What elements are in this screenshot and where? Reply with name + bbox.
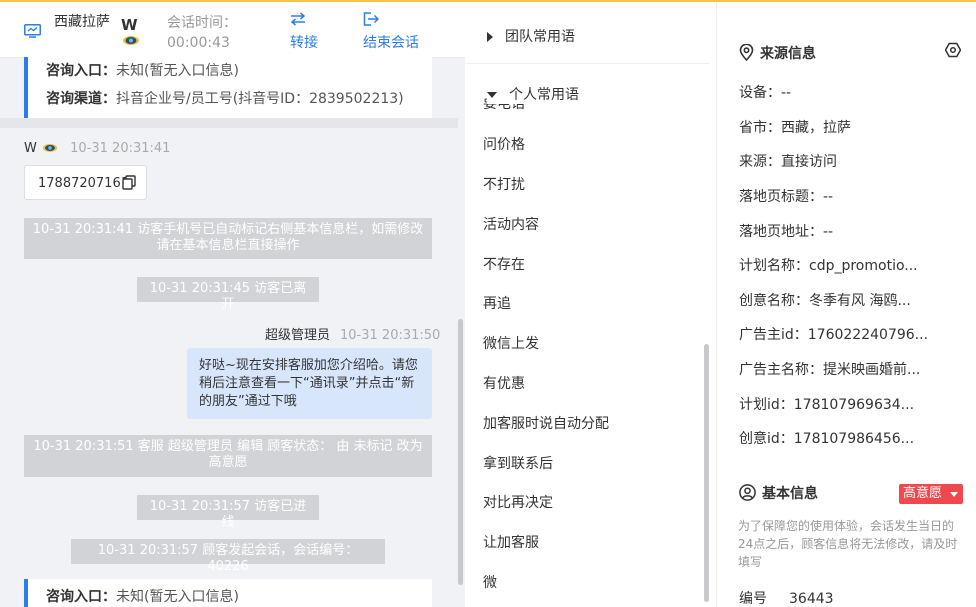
- phrases-scrollbar[interactable]: [704, 344, 709, 602]
- source-field-creative-name: 创意名称：冬季有风 海鸥...: [739, 293, 911, 309]
- exit-icon: [363, 12, 379, 26]
- session-time: 00:00:43: [167, 35, 230, 51]
- source-info-label: 来源信息: [760, 46, 816, 62]
- system-message: 10-31 20:31:45 访客已离开: [137, 277, 319, 312]
- end-session-button[interactable]: 结束会话: [363, 10, 419, 52]
- entry-label: 咨询入口：: [46, 63, 116, 79]
- consult-info-card: 咨询入口：未知(暂无入口信息) 咨询渠道：抖音企业号/员工号(抖音号ID：283…: [24, 57, 432, 118]
- source-field-creative-id: 创意id：178107986456...: [739, 431, 915, 447]
- personal-phrases-group[interactable]: 个人常用语: [487, 84, 707, 104]
- settings-icon[interactable]: [945, 42, 961, 58]
- source-field-landing-title: 落地页标题：--: [739, 189, 834, 205]
- entry-value: 未知(暂无入口信息): [116, 63, 239, 79]
- system-message: 10-31 20:31:57 顾客发起会话，会话编号：40226: [71, 539, 385, 574]
- location-pin-icon: [739, 43, 754, 62]
- source-field-advertiser-name: 广告主名称：提米映画婚前...: [739, 362, 921, 378]
- visitor-phone-bubble: 17887207161: [24, 165, 147, 200]
- phrase-item[interactable]: 不存在: [483, 254, 525, 274]
- visitor-message-name: W: [24, 141, 37, 156]
- chat-scrollbar[interactable]: [458, 319, 463, 585]
- visitor-avatar-icon: [42, 143, 58, 152]
- edit-notice: 为了保障您的使用体验，会话发生当日的24点之后，顾客信息将无法修改，请及时填写: [738, 519, 958, 569]
- intent-status-dropdown[interactable]: 高意愿: [899, 484, 963, 504]
- source-field-province: 省市：西藏，拉萨: [739, 120, 851, 136]
- serial-label: 编号: [739, 591, 767, 607]
- team-phrases-label: 团队常用语: [505, 29, 575, 45]
- source-info-title: 来源信息: [739, 43, 816, 63]
- agent-message-meta: 超级管理员 10-31 20:31:50: [265, 324, 440, 343]
- caret-right-icon: [487, 32, 493, 42]
- phrase-item[interactable]: 拿到联系后: [483, 453, 553, 473]
- customer-info-panel: 来源信息 设备：-- 省市：西藏，拉萨 来源：直接访问 落地页标题：-- 落地页…: [718, 2, 976, 607]
- phrase-item[interactable]: 对比再决定: [483, 492, 553, 512]
- phrase-item[interactable]: 问价格: [483, 134, 525, 154]
- transfer-icon: [290, 12, 306, 26]
- source-field-device: 设备：--: [739, 85, 792, 101]
- phrase-item[interactable]: 活动内容: [483, 214, 539, 234]
- visitor-message-time: 10-31 20:31:41: [70, 141, 171, 156]
- source-field-plan-name: 计划名称：cdp_promotio...: [739, 258, 918, 274]
- serial-number-row: 编号 36443: [739, 588, 834, 607]
- session-time-label: 会话时间：: [167, 15, 237, 31]
- caret-down-icon: [950, 492, 958, 497]
- agent-message-time: 10-31 20:31:50: [340, 328, 441, 343]
- phrase-item[interactable]: 加客服时说自动分配: [483, 413, 609, 433]
- card-divider: [0, 118, 458, 128]
- phrase-item[interactable]: 有优惠: [483, 373, 525, 393]
- group-divider: [465, 63, 710, 64]
- transfer-button[interactable]: 转接: [290, 10, 318, 52]
- source-field-landing-url: 落地页地址：--: [739, 224, 834, 240]
- personal-phrases-label: 个人常用语: [509, 87, 579, 103]
- phrase-list[interactable]: 要电话 问价格 不打扰 活动内容 不存在 再追 微信上发 有优惠 加客服时说自动…: [465, 98, 710, 607]
- visitor-message-meta: W 10-31 20:31:41: [24, 141, 170, 156]
- consult-info-card: 咨询入口：未知(暂无入口信息): [24, 579, 432, 607]
- chat-header: 西藏拉萨 W 会话时间： 00:00:43 转接 结束会话: [0, 2, 465, 58]
- phrase-item[interactable]: 不打扰: [483, 174, 525, 194]
- visitor-location: 西藏拉萨: [54, 14, 110, 30]
- consult-channel-row: 咨询渠道：抖音企业号/员工号(抖音号ID：2839502213): [46, 85, 432, 113]
- system-message: 10-31 20:31:41 访客手机号已自动标记右侧基本信息栏，如需修改请在基…: [24, 218, 432, 259]
- visitor-phone: 17887207161: [38, 176, 129, 191]
- user-icon: [739, 484, 756, 501]
- consult-entry-row: 咨询入口：未知(暂无入口信息): [46, 57, 432, 85]
- phrase-item[interactable]: 让加客服: [483, 532, 539, 552]
- serial-value: 36443: [789, 591, 834, 607]
- basic-info-title: 基本信息: [739, 483, 818, 503]
- agent-name: 超级管理员: [265, 328, 331, 343]
- phrase-item[interactable]: 微: [483, 572, 497, 592]
- monitor-icon: [24, 24, 41, 38]
- intent-status-label: 高意愿: [903, 486, 943, 501]
- channel-value: 抖音企业号/员工号(抖音号ID：2839502213): [116, 91, 404, 107]
- chat-message-list[interactable]: 咨询入口：未知(暂无入口信息) 咨询渠道：抖音企业号/员工号(抖音号ID：283…: [0, 57, 465, 607]
- source-field-plan-id: 计划id：178107969634...: [739, 397, 915, 413]
- agent-message-bubble: 好哒~现在安排客服加您介绍哈。请您稍后注意查看一下“通讯录”并点击“新的朋友”通…: [187, 348, 432, 419]
- entry-value: 未知(暂无入口信息): [116, 589, 239, 605]
- end-session-label: 结束会话: [363, 35, 419, 51]
- phrase-item[interactable]: 再追: [483, 293, 511, 313]
- system-message: 10-31 20:31:51 客服 超级管理员 编辑 顾客状态： 由 未标记 改…: [24, 435, 432, 477]
- quick-phrases-panel: 团队常用语 个人常用语 要电话 问价格 不打扰 活动内容 不存在 再追 微信上发…: [465, 2, 717, 607]
- system-message: 10-31 20:31:57 访客已进线: [137, 495, 319, 530]
- basic-info-label: 基本信息: [762, 486, 818, 502]
- source-field-source: 来源：直接访问: [739, 154, 837, 170]
- consult-entry-row: 咨询入口：未知(暂无入口信息): [46, 583, 432, 607]
- entry-label: 咨询入口：: [46, 589, 116, 605]
- transfer-label: 转接: [290, 35, 318, 51]
- visitor-name: W: [121, 16, 138, 34]
- source-field-advertiser-id: 广告主id：176022240796...: [739, 327, 929, 343]
- team-phrases-group[interactable]: 团队常用语: [487, 26, 575, 46]
- phrase-item[interactable]: 微信上发: [483, 333, 539, 353]
- visitor-avatar-icon: [123, 36, 139, 45]
- channel-label: 咨询渠道：: [46, 91, 116, 107]
- chat-panel: 西藏拉萨 W 会话时间： 00:00:43 转接 结束会话 咨询入口：未知(暂无…: [0, 2, 465, 607]
- copy-icon[interactable]: [122, 175, 136, 190]
- caret-down-icon: [487, 92, 497, 98]
